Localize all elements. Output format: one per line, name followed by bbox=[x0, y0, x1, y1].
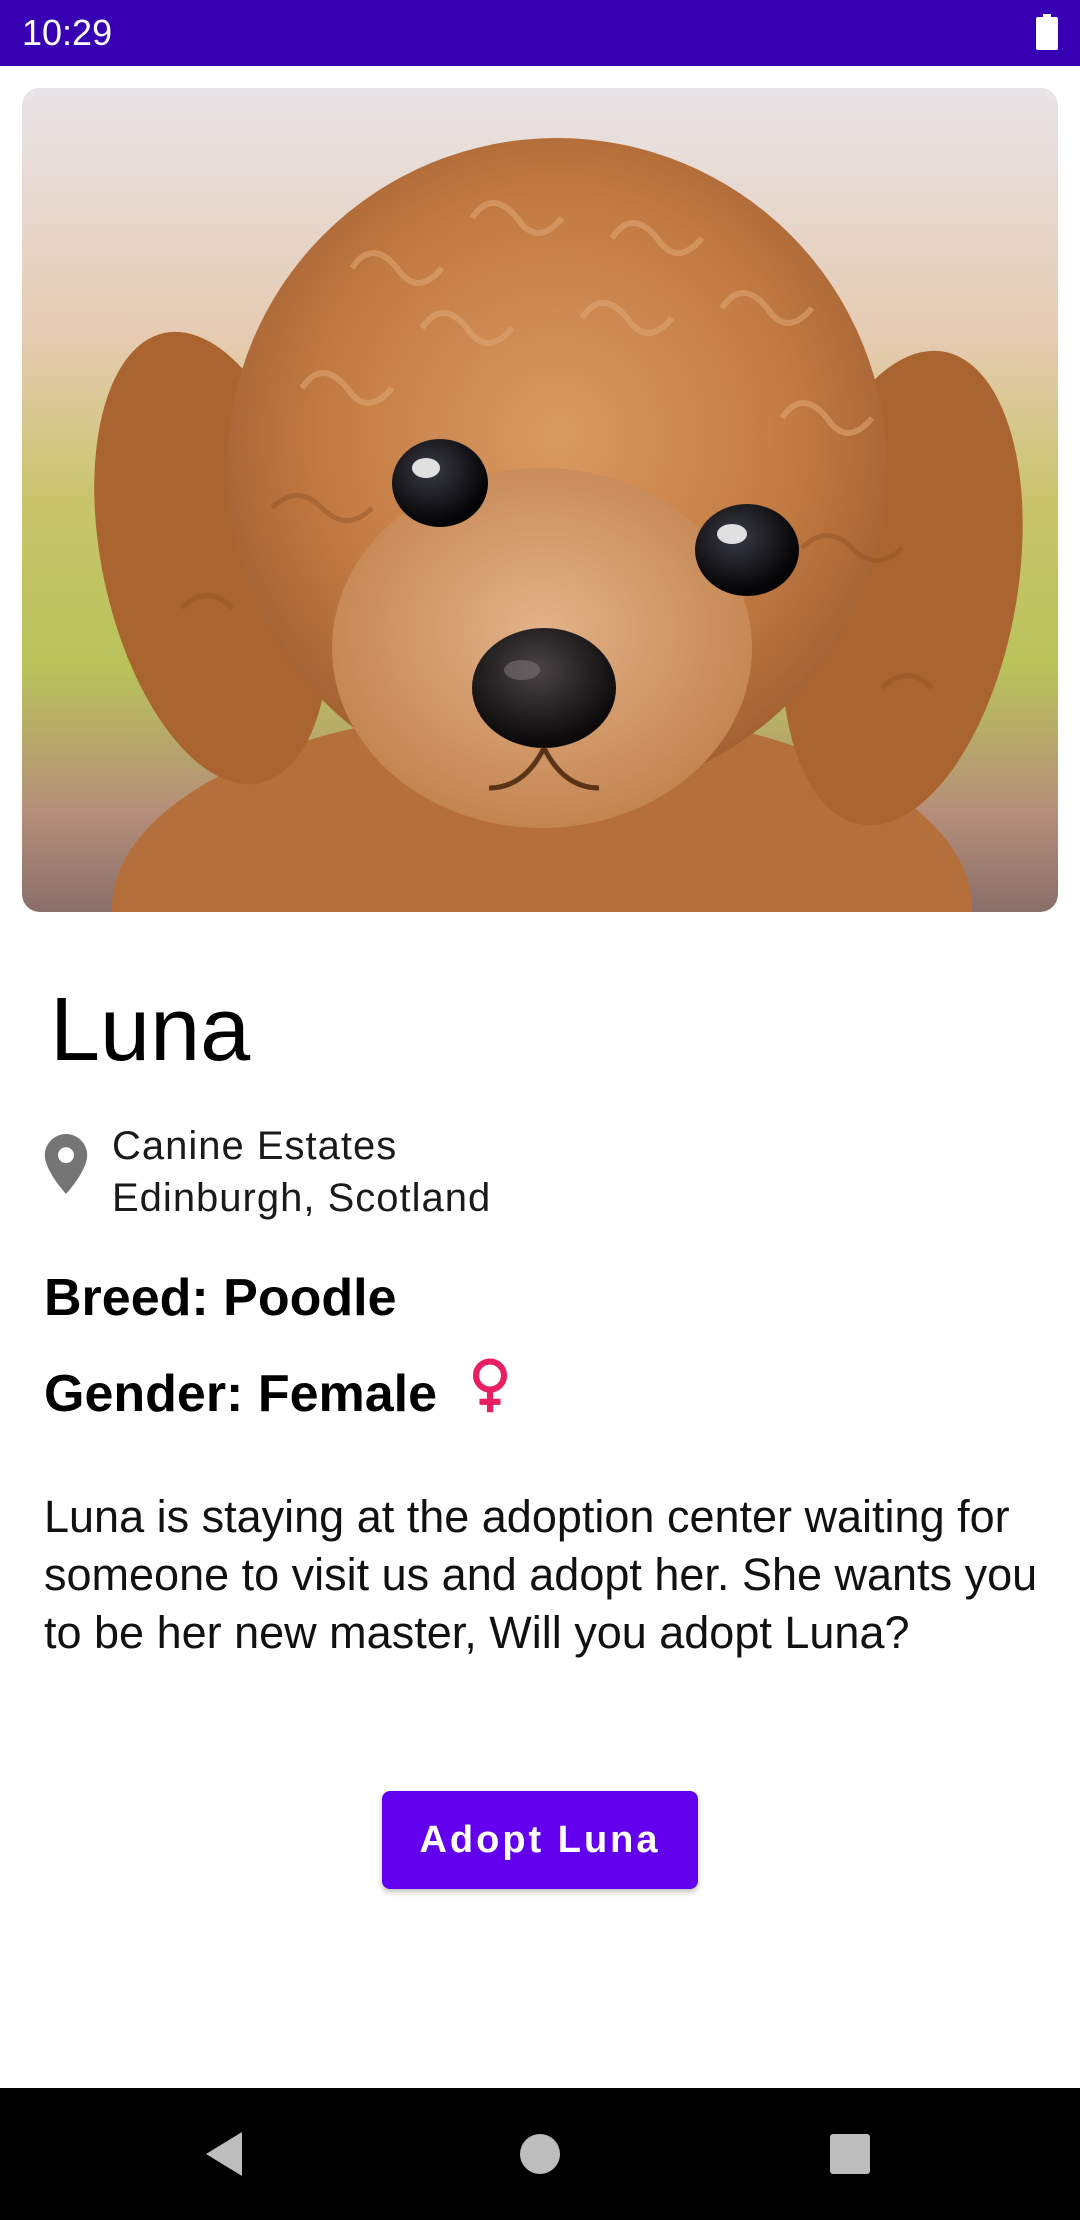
gender-label: Gender: Female bbox=[44, 1365, 438, 1423]
pet-photo bbox=[22, 88, 1058, 912]
dog-photo-illustration bbox=[22, 88, 1058, 912]
location-pin-icon bbox=[44, 1134, 88, 1194]
home-circle-icon[interactable] bbox=[510, 2124, 570, 2184]
location-text: Canine Estates Edinburgh, Scotland bbox=[112, 1120, 491, 1224]
location-line-1: Canine Estates bbox=[112, 1124, 398, 1168]
status-time: 10:29 bbox=[22, 12, 113, 53]
status-bar: 10:29 bbox=[0, 0, 1080, 66]
breed-label: Breed: Poodle bbox=[44, 1269, 397, 1327]
female-symbol-icon bbox=[472, 1358, 508, 1413]
recents-square-icon[interactable] bbox=[820, 2124, 880, 2184]
back-triangle-icon[interactable] bbox=[196, 2124, 256, 2184]
pet-name: Luna bbox=[50, 980, 251, 1080]
pet-description: Luna is staying at the adoption center w… bbox=[44, 1491, 1038, 1658]
battery-icon bbox=[1036, 14, 1058, 50]
location-row: Canine Estates Edinburgh, Scotland bbox=[44, 1120, 944, 1230]
adopt-button[interactable]: Adopt Luna bbox=[382, 1791, 698, 1889]
location-line-2: Edinburgh, Scotland bbox=[112, 1176, 492, 1220]
navigation-bar bbox=[0, 2088, 1080, 2220]
